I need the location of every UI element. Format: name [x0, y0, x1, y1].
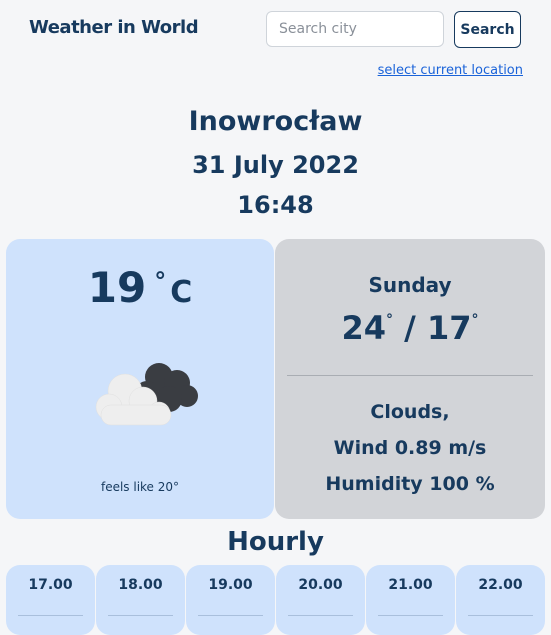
time-display: 16:48 [237, 191, 314, 219]
card-divider [287, 375, 533, 376]
hour-divider [18, 615, 83, 616]
cloudy-icon [95, 363, 198, 426]
top-bar: Weather in World Search select current l… [0, 0, 551, 90]
hour-card: 18.00 [96, 565, 185, 635]
humidity: Humidity 100 % [325, 473, 495, 495]
hour-label: 17.00 [28, 577, 73, 593]
max-temperature: 24 [341, 309, 387, 347]
current-weather-card: 19 ° C feels like 20° [6, 239, 274, 519]
daily-forecast-card: Sunday 24° / 17° Clouds, Wind 0.89 m/s H… [275, 239, 545, 519]
hour-card: 21.00 [366, 565, 455, 635]
search-button[interactable]: Search [454, 11, 521, 48]
app-title: Weather in World [29, 17, 199, 38]
day-name: Sunday [368, 273, 452, 297]
hour-divider [108, 615, 173, 616]
hour-label: 20.00 [298, 577, 343, 593]
hour-label: 22.00 [478, 577, 523, 593]
hour-card: 19.00 [186, 565, 275, 635]
feels-like-text: feels like 20° [100, 480, 180, 494]
hour-label: 18.00 [118, 577, 163, 593]
degree-symbol: ° [154, 267, 167, 295]
max-degree-symbol: ° [386, 312, 394, 328]
hour-divider [468, 615, 533, 616]
search-input[interactable] [266, 11, 444, 47]
temperature-unit: C [170, 275, 193, 310]
city-name: Inowrocław [188, 106, 363, 137]
hour-card: 22.00 [456, 565, 545, 635]
hour-card: 17.00 [6, 565, 95, 635]
hour-label: 19.00 [208, 577, 253, 593]
hour-divider [378, 615, 443, 616]
temp-separator: / [404, 309, 416, 347]
weather-description: Clouds, [370, 401, 450, 423]
hour-label: 21.00 [388, 577, 433, 593]
hourly-title: Hourly [227, 527, 324, 557]
date-display: 31 July 2022 [192, 151, 359, 179]
min-max-temperature: 24° / 17° [275, 309, 545, 347]
temperature-value: 19 [87, 263, 147, 312]
min-degree-symbol: ° [471, 312, 479, 328]
hour-card: 20.00 [276, 565, 365, 635]
select-location-link[interactable]: select current location [378, 63, 523, 78]
current-temperature: 19 ° C [6, 263, 274, 312]
min-temperature: 17 [426, 309, 472, 347]
hour-divider [198, 615, 263, 616]
wind-speed: Wind 0.89 m/s [333, 437, 487, 459]
weather-details: Clouds, Wind 0.89 m/s Humidity 100 % [275, 394, 545, 502]
hour-divider [288, 615, 353, 616]
